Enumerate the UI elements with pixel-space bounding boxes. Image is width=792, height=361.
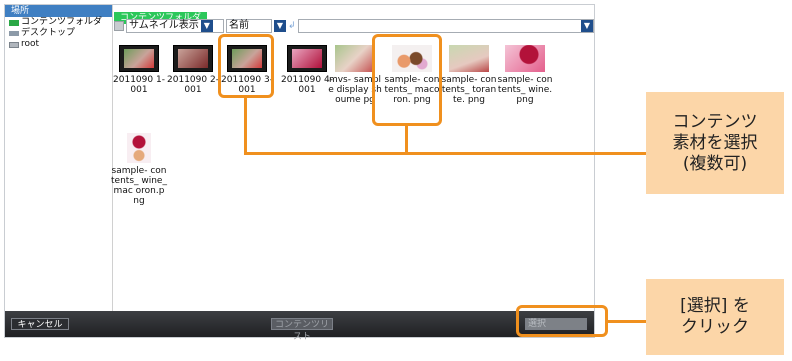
thumbnail-image [119, 45, 159, 72]
sort-direction-icon[interactable]: ↲ [288, 21, 296, 31]
thumbnail-image [173, 45, 213, 72]
file-name: 2011090 1-001 [113, 75, 165, 95]
cancel-button[interactable]: キャンセル [11, 318, 69, 330]
highlight-file-macaron [372, 34, 442, 126]
connector-line [608, 320, 646, 323]
file-name: sample- contents_ wine_mac oron.png [111, 166, 167, 206]
view-mode-select[interactable]: サムネイル表示 ▼ [126, 19, 224, 33]
sidebar-item-root[interactable]: root [5, 39, 112, 50]
view-icon[interactable] [114, 21, 124, 31]
connector-line [244, 98, 247, 155]
thumbnail-image [127, 133, 151, 163]
callout-line: 素材を選択 [672, 132, 758, 153]
file-name: 2011090 2-001 [167, 75, 219, 95]
bottom-bar: キャンセル コンテンツリスト 選択 [5, 311, 594, 342]
file-item[interactable]: 2011090 2-001 [165, 45, 221, 95]
thumbnail-image [505, 45, 545, 72]
toolbar: サムネイル表示 ▼ 名前 ▼ ↲ ▼ [114, 18, 594, 34]
callout-select-content: コンテンツ 素材を選択 (複数可) [646, 92, 784, 194]
desktop-icon [9, 31, 19, 36]
file-item[interactable]: sample- contents_ wine_mac oron.png [111, 133, 167, 206]
highlight-select-button [516, 305, 608, 337]
connector-line [244, 152, 646, 155]
content-list-button[interactable]: コンテンツリスト [271, 318, 333, 342]
tab-bar: コンテンツフォルダ [114, 5, 594, 24]
sort-value: 名前 [229, 20, 249, 31]
sidebar-item-desktop[interactable]: デスクトップ [5, 28, 112, 39]
callout-line: (複数可) [682, 153, 748, 174]
file-item[interactable]: 2011090 1-001 [111, 45, 167, 95]
file-picker-window: 場所 コンテンツフォルダ デスクトップ root コンテンツフォルダ サムネイル… [4, 4, 595, 342]
highlight-file-3 [218, 34, 274, 98]
sidebar-item-content-folder[interactable]: コンテンツフォルダ [5, 17, 112, 28]
callout-line: クリック [681, 317, 749, 337]
file-name: sample- contents_ torante. png [441, 75, 497, 105]
connector-line [405, 126, 408, 155]
callout-line: コンテンツ [672, 111, 758, 132]
folder-icon [9, 19, 19, 26]
location-sidebar: 場所 コンテンツフォルダ デスクトップ root [5, 5, 113, 313]
sidebar-item-label: デスクトップ [21, 28, 76, 38]
callout-line: [選択] を [680, 296, 750, 316]
sort-select[interactable]: 名前 [226, 19, 272, 33]
sidebar-item-label: root [21, 39, 40, 49]
sidebar-item-label: コンテンツフォルダ [21, 17, 103, 27]
drive-icon [9, 41, 19, 48]
chevron-down-icon[interactable]: ▼ [581, 20, 593, 32]
callout-click-select: [選択] を クリック [646, 279, 784, 355]
sort-dropdown[interactable]: ▼ [274, 19, 286, 33]
thumbnail-image [287, 45, 327, 72]
chevron-down-icon[interactable]: ▼ [274, 20, 286, 32]
sidebar-header: 場所 [5, 5, 112, 17]
thumbnail-image [449, 45, 489, 72]
thumbnail-image [335, 45, 375, 72]
path-input[interactable]: ▼ [297, 19, 594, 33]
file-name: sample- contents_ wine.png [497, 75, 553, 105]
file-item[interactable]: sample- contents_ torante. png [441, 45, 497, 105]
file-item[interactable]: sample- contents_ wine.png [497, 45, 553, 105]
view-mode-value: サムネイル表示 [129, 20, 199, 31]
chevron-down-icon[interactable]: ▼ [200, 20, 213, 32]
